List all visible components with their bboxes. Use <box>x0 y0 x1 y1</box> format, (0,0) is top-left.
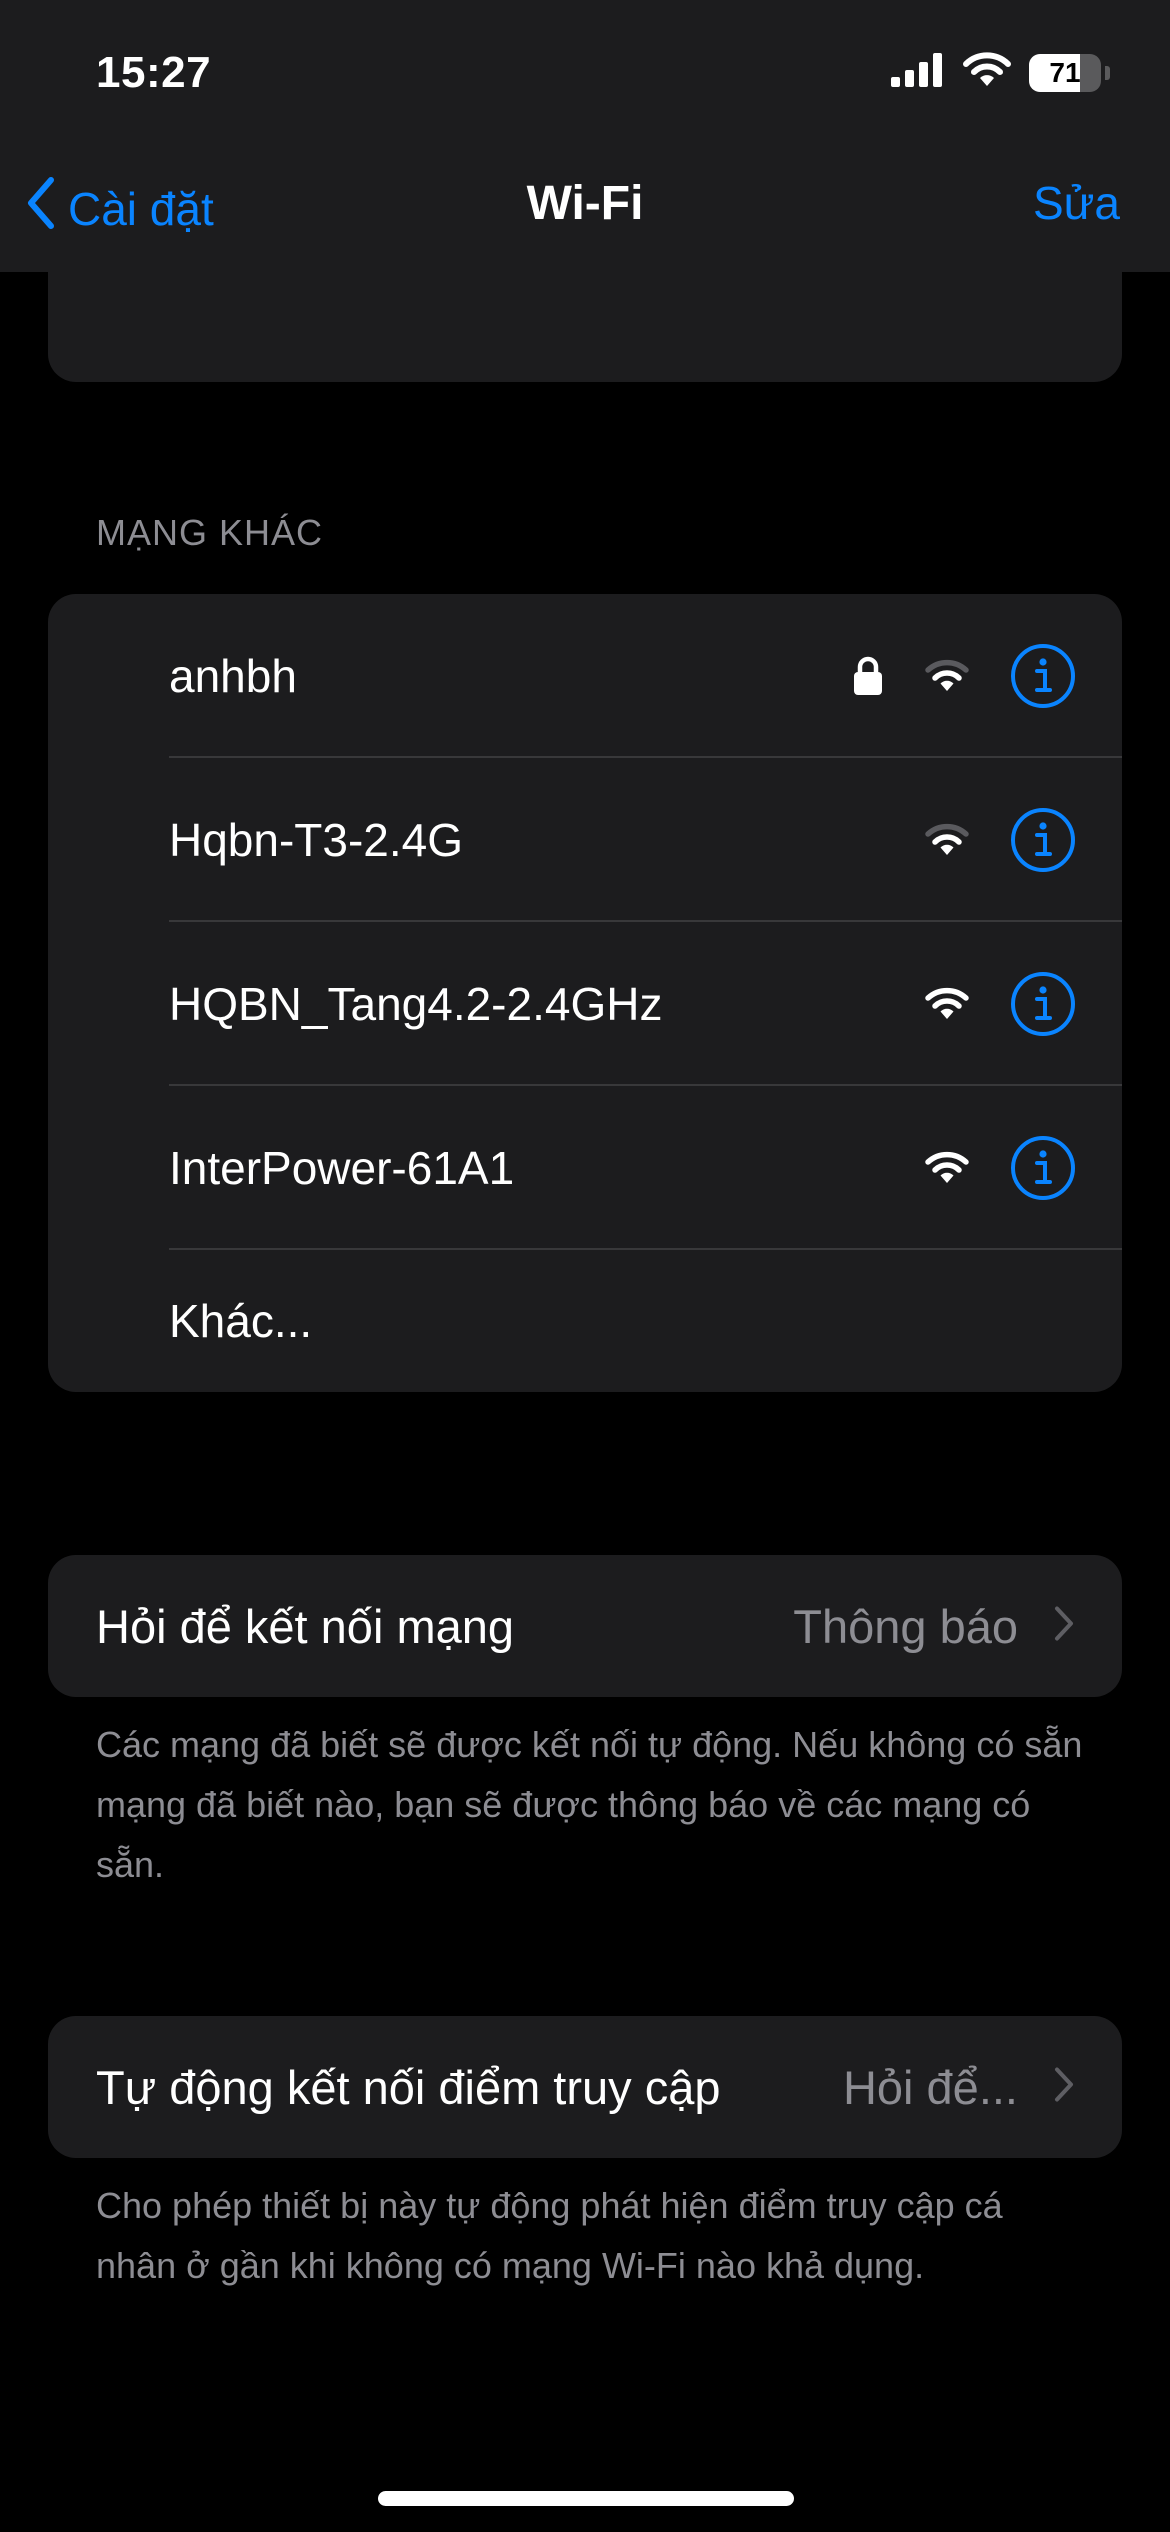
wifi-signal-icon <box>924 987 970 1021</box>
battery-nub <box>1105 65 1110 80</box>
ask-to-join-row[interactable]: Hỏi để kết nối mạng Thông báo <box>48 1555 1122 1697</box>
other-networks-group: anhbh Hqbn-T3-2.4G HQBN_Tang4.2-2.4GHz Inte… <box>48 594 1122 1392</box>
info-icon[interactable] <box>1010 1135 1076 1201</box>
chevron-right-icon <box>1054 2067 1074 2108</box>
back-button-label: Cài đặt <box>68 182 214 235</box>
battery-level: 71 <box>1049 56 1081 88</box>
edit-button[interactable]: Sửa <box>1033 176 1120 230</box>
auto-join-hotspot-value: Hỏi để... <box>842 2060 1018 2114</box>
status-icons: 71 <box>891 52 1110 93</box>
network-name: InterPower-61A1 <box>169 1142 515 1194</box>
back-button[interactable]: Cài đặt <box>26 176 214 241</box>
network-icons <box>852 643 1076 709</box>
other-network-label: Khác... <box>169 1295 313 1347</box>
chevron-left-icon <box>26 176 56 241</box>
status-time: 15:27 <box>96 48 212 97</box>
ask-to-join-group: Hỏi để kết nối mạng Thông báo <box>48 1555 1122 1697</box>
wifi-signal-icon <box>924 1151 970 1185</box>
wifi-status-icon <box>963 52 1011 93</box>
wifi-signal-icon <box>924 823 970 857</box>
auto-join-hotspot-group: Tự động kết nối điểm truy cập Hỏi để... <box>48 2016 1122 2158</box>
info-icon[interactable] <box>1010 643 1076 709</box>
network-icons <box>852 807 1076 873</box>
wifi-settings-screen: nghiepvu MẠNG KHÁC anhbhHqbn-T3-2.4GHQBN… <box>0 0 1170 2532</box>
info-icon[interactable] <box>1010 807 1076 873</box>
network-icons <box>852 971 1076 1037</box>
network-icons <box>852 1135 1076 1201</box>
network-name: anhbh <box>169 650 297 702</box>
navigation-header: 15:27 71 Cài đặt Wi-Fi Sửa <box>0 0 1170 272</box>
info-icon[interactable] <box>1010 971 1076 1037</box>
network-row[interactable]: InterPower-61A1 <box>48 1086 1122 1250</box>
battery-icon: 71 <box>1029 53 1101 92</box>
network-name: Hqbn-T3-2.4G <box>169 814 464 866</box>
network-row[interactable]: Hqbn-T3-2.4G <box>48 758 1122 922</box>
ask-to-join-value: Thông báo <box>793 1599 1018 1653</box>
network-row[interactable]: anhbh <box>48 594 1122 758</box>
wifi-signal-icon <box>924 659 970 693</box>
network-name: HQBN_Tang4.2-2.4GHz <box>169 978 663 1030</box>
lock-icon <box>852 656 884 696</box>
home-indicator[interactable] <box>378 2491 794 2506</box>
cellular-signal-icon <box>891 53 945 92</box>
auto-join-hotspot-label: Tự động kết nối điểm truy cập <box>96 2060 721 2114</box>
ask-to-join-label: Hỏi để kết nối mạng <box>96 1599 515 1653</box>
auto-join-hotspot-row[interactable]: Tự động kết nối điểm truy cập Hỏi để... <box>48 2016 1122 2158</box>
chevron-right-icon <box>1054 1606 1074 1647</box>
other-network-row[interactable]: Khác... <box>48 1250 1122 1392</box>
auto-join-hotspot-footer: Cho phép thiết bị này tự động phát hiện … <box>96 2185 1003 2286</box>
network-row[interactable]: HQBN_Tang4.2-2.4GHz <box>48 922 1122 1086</box>
other-networks-header: MẠNG KHÁC <box>96 512 324 553</box>
ask-to-join-footer: Các mạng đã biết sẽ được kết nối tự động… <box>96 1724 1083 1885</box>
